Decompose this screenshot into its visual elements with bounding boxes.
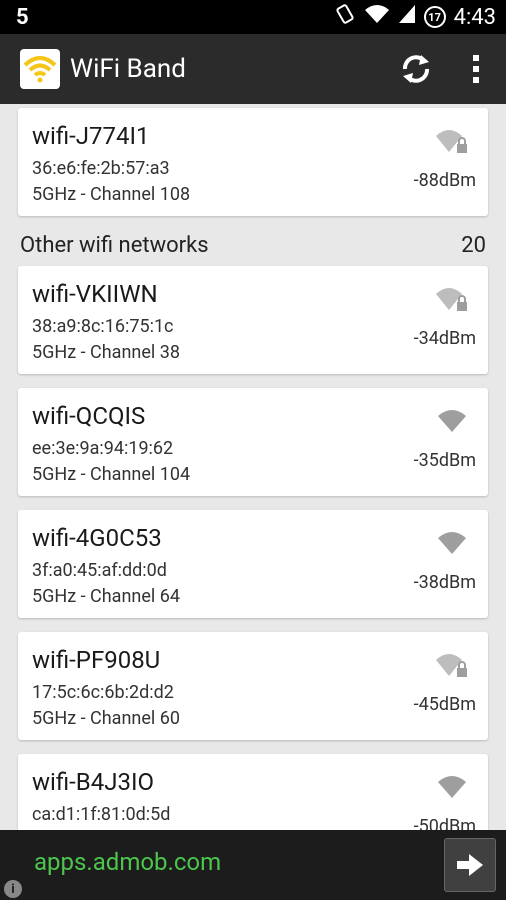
ad-text[interactable]: apps.admob.com <box>34 848 221 876</box>
status-badge: 17 <box>423 6 446 28</box>
network-signal: -35dBm <box>413 450 476 471</box>
app-bar: WiFi Band <box>0 34 506 104</box>
section-count: 20 <box>461 232 486 258</box>
wifi-status-icon <box>364 4 390 30</box>
network-card[interactable]: wifi-VKIIWN 38:a9:8c:16:75:1c 5GHz - Cha… <box>18 266 488 374</box>
network-card-connected[interactable]: wifi-J774I1 36:e6:fe:2b:57:a3 5GHz - Cha… <box>18 108 488 216</box>
wifi-signal-icon <box>438 776 466 798</box>
section-header: Other wifi networks 20 <box>20 228 486 262</box>
ad-go-button[interactable] <box>444 838 496 892</box>
status-bar: 5 17 4:43 <box>0 0 506 34</box>
network-signal: -45dBm <box>413 694 476 715</box>
network-band: 5GHz - Channel 108 <box>32 184 191 205</box>
refresh-button[interactable] <box>386 39 446 99</box>
network-band: 5GHz - Channel 104 <box>32 464 191 485</box>
network-band: 5GHz - Channel 60 <box>32 708 180 729</box>
wifi-locked-icon <box>436 654 467 677</box>
network-ssid: wifi-B4J3IO <box>32 768 155 796</box>
network-mac: 17:5c:6c:6b:2d:d2 <box>32 682 174 703</box>
network-band: 5GHz - Channel 64 <box>32 586 180 607</box>
cell-signal-icon <box>398 4 416 30</box>
more-vertical-icon <box>473 55 479 83</box>
wifi-locked-icon <box>436 288 467 311</box>
wifi-locked-icon <box>436 130 467 153</box>
network-mac: 38:a9:8c:16:75:1c <box>32 316 174 337</box>
ad-info-icon[interactable]: i <box>4 880 22 898</box>
app-logo-icon <box>20 49 60 89</box>
network-mac: 3f:a0:45:af:dd:0d <box>32 560 167 581</box>
network-mac: ee:3e:9a:94:19:62 <box>32 438 174 459</box>
network-ssid: wifi-4G0C53 <box>32 524 162 552</box>
network-ssid: wifi-J774I1 <box>32 122 150 150</box>
arrow-right-icon <box>457 854 483 876</box>
status-notification-count: 5 <box>16 4 29 30</box>
app-title: WiFi Band <box>70 54 186 84</box>
refresh-icon <box>403 55 429 83</box>
wifi-signal-icon <box>438 532 466 554</box>
overflow-menu-button[interactable] <box>446 39 506 99</box>
section-title: Other wifi networks <box>20 232 209 258</box>
network-mac: ca:d1:1f:81:0d:5d <box>32 804 171 825</box>
network-ssid: wifi-PF908U <box>32 646 161 674</box>
network-ssid: wifi-VKIIWN <box>32 280 158 308</box>
network-card[interactable]: wifi-PF908U 17:5c:6c:6b:2d:d2 5GHz - Cha… <box>18 632 488 740</box>
wifi-signal-icon <box>438 410 466 432</box>
network-mac: 36:e6:fe:2b:57:a3 <box>32 158 170 179</box>
network-signal: -34dBm <box>413 328 476 349</box>
clock: 4:43 <box>453 4 496 30</box>
network-signal: -50dBm <box>413 816 476 830</box>
network-ssid: wifi-QCQIS <box>32 402 146 430</box>
network-card[interactable]: wifi-4G0C53 3f:a0:45:af:dd:0d 5GHz - Cha… <box>18 510 488 618</box>
network-signal: -88dBm <box>413 170 476 191</box>
network-card[interactable]: wifi-B4J3IO ca:d1:1f:81:0d:5d -50dBm <box>18 754 488 830</box>
vibrate-icon <box>334 3 356 31</box>
network-band: 5GHz - Channel 38 <box>32 342 180 363</box>
status-icons: 17 4:43 <box>334 3 496 31</box>
network-signal: -38dBm <box>413 572 476 593</box>
network-list[interactable]: wifi-J774I1 36:e6:fe:2b:57:a3 5GHz - Cha… <box>0 104 506 830</box>
network-card[interactable]: wifi-QCQIS ee:3e:9a:94:19:62 5GHz - Chan… <box>18 388 488 496</box>
ad-banner[interactable]: apps.admob.com i <box>0 830 506 900</box>
